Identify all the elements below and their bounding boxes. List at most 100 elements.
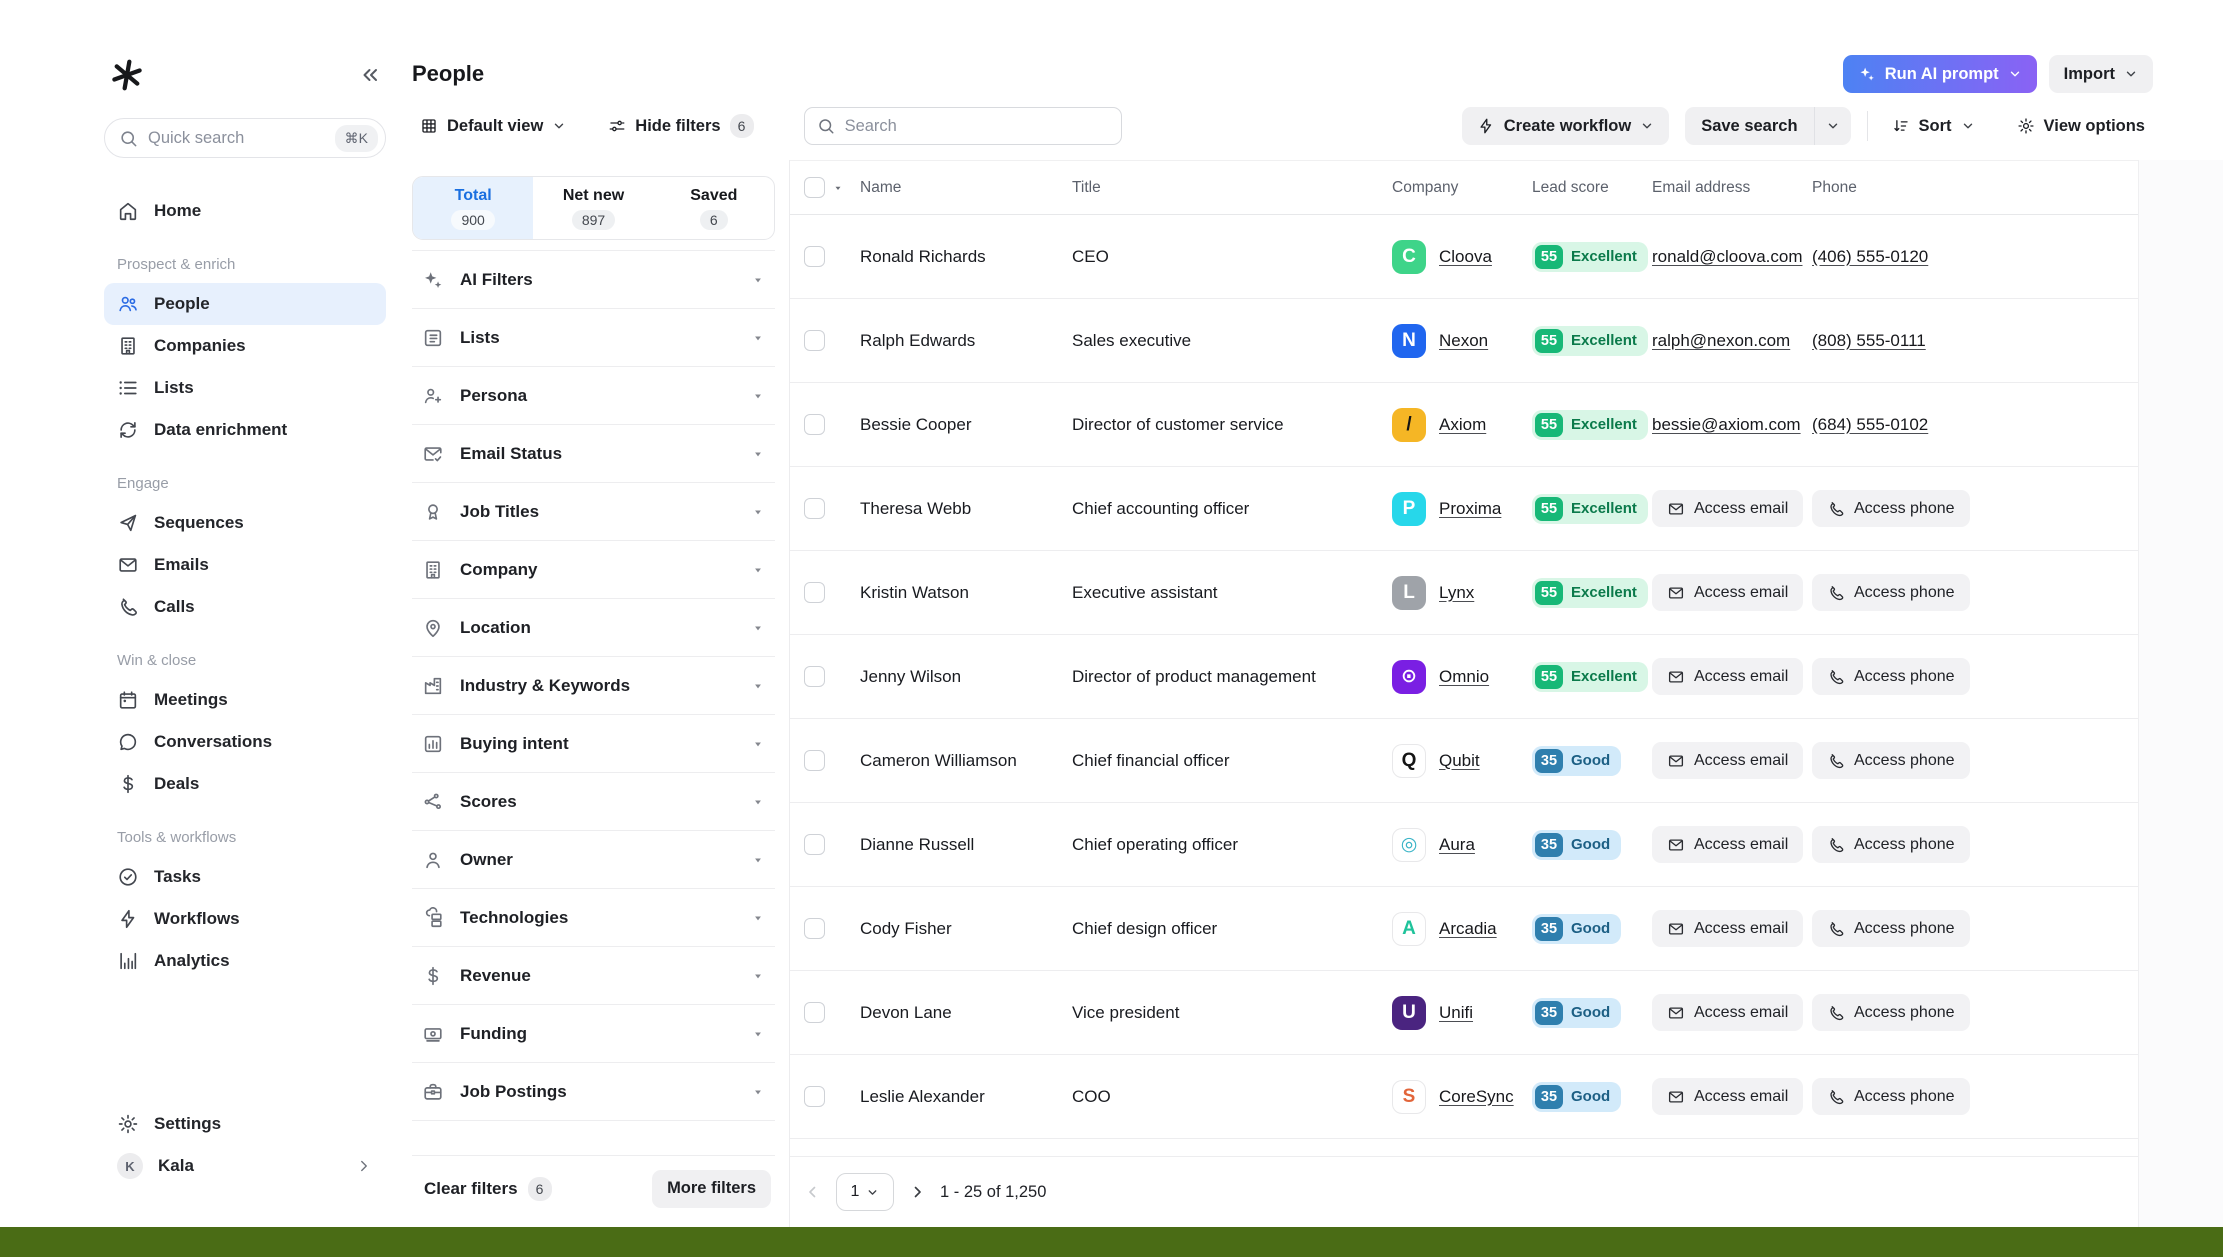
view-options-button[interactable]: View options bbox=[2009, 107, 2153, 145]
import-button[interactable]: Import bbox=[2049, 55, 2153, 93]
row-checkbox[interactable] bbox=[804, 246, 825, 267]
default-view-button[interactable]: Default view bbox=[412, 107, 574, 145]
filter-row-scores[interactable]: Scores bbox=[412, 773, 775, 831]
access-email-button[interactable]: Access email bbox=[1652, 742, 1803, 779]
caret-down-icon bbox=[751, 563, 765, 577]
email-link[interactable]: ronald@cloova.com bbox=[1652, 247, 1803, 266]
phone-link[interactable]: (406) 555-0120 bbox=[1812, 247, 1928, 266]
sidebar-item-companies[interactable]: Companies bbox=[104, 325, 386, 367]
save-search-button[interactable]: Save search bbox=[1685, 107, 1813, 145]
filter-row-job-postings[interactable]: Job Postings bbox=[412, 1063, 775, 1121]
sidebar-item-analytics[interactable]: Analytics bbox=[104, 940, 386, 982]
company-cell: AArcadia bbox=[1392, 912, 1532, 946]
sidebar-item-calls[interactable]: Calls bbox=[104, 586, 386, 628]
sidebar-item-home[interactable]: Home bbox=[104, 190, 386, 232]
filter-row-job-titles[interactable]: Job Titles bbox=[412, 483, 775, 541]
access-email-button[interactable]: Access email bbox=[1652, 994, 1803, 1031]
company-link[interactable]: Axiom bbox=[1439, 415, 1486, 435]
filter-row-technologies[interactable]: Technologies bbox=[412, 889, 775, 947]
row-checkbox[interactable] bbox=[804, 498, 825, 519]
tab-total[interactable]: Total900 bbox=[413, 177, 533, 239]
filter-row-lists[interactable]: Lists bbox=[412, 309, 775, 367]
filter-row-buying-intent[interactable]: Buying intent bbox=[412, 715, 775, 773]
row-checkbox[interactable] bbox=[804, 414, 825, 435]
access-email-button[interactable]: Access email bbox=[1652, 658, 1803, 695]
filter-row-industry-keywords[interactable]: Industry & Keywords bbox=[412, 657, 775, 715]
access-phone-button[interactable]: Access phone bbox=[1812, 490, 1970, 527]
filter-row-email-status[interactable]: Email Status bbox=[412, 425, 775, 483]
sidebar-item-conversations[interactable]: Conversations bbox=[104, 721, 386, 763]
sidebar-item-kala[interactable]: KKala bbox=[104, 1145, 386, 1187]
access-phone-button[interactable]: Access phone bbox=[1812, 1078, 1970, 1115]
access-email-button[interactable]: Access email bbox=[1652, 574, 1803, 611]
row-checkbox[interactable] bbox=[804, 582, 825, 603]
access-phone-button[interactable]: Access phone bbox=[1812, 742, 1970, 779]
chart-box-icon bbox=[422, 733, 444, 755]
filter-row-ai-filters[interactable]: AI Filters bbox=[412, 251, 775, 309]
access-email-button[interactable]: Access email bbox=[1652, 910, 1803, 947]
access-email-button[interactable]: Access email bbox=[1652, 490, 1803, 527]
access-phone-button[interactable]: Access phone bbox=[1812, 658, 1970, 695]
phone-link[interactable]: (684) 555-0102 bbox=[1812, 415, 1928, 434]
company-link[interactable]: Proxima bbox=[1439, 499, 1501, 519]
company-link[interactable]: CoreSync bbox=[1439, 1087, 1514, 1107]
phone-link[interactable]: (808) 555-0111 bbox=[1812, 331, 1926, 350]
select-all-checkbox[interactable] bbox=[804, 177, 825, 198]
filter-row-persona[interactable]: Persona bbox=[412, 367, 775, 425]
company-link[interactable]: Lynx bbox=[1439, 583, 1474, 603]
sidebar-item-tasks[interactable]: Tasks bbox=[104, 856, 386, 898]
search-input[interactable] bbox=[845, 117, 1109, 136]
filter-row-owner[interactable]: Owner bbox=[412, 831, 775, 889]
page-selector[interactable]: 1 bbox=[836, 1173, 894, 1211]
filter-row-revenue[interactable]: Revenue bbox=[412, 947, 775, 1005]
filter-row-funding[interactable]: Funding bbox=[412, 1005, 775, 1063]
sidebar-item-meetings[interactable]: Meetings bbox=[104, 679, 386, 721]
access-email-label: Access email bbox=[1694, 584, 1788, 602]
email-link[interactable]: bessie@axiom.com bbox=[1652, 415, 1801, 434]
row-checkbox[interactable] bbox=[804, 918, 825, 939]
sidebar-item-workflows[interactable]: Workflows bbox=[104, 898, 386, 940]
sort-button[interactable]: Sort bbox=[1884, 107, 1983, 145]
sidebar-item-emails[interactable]: Emails bbox=[104, 544, 386, 586]
more-filters-button[interactable]: More filters bbox=[652, 1170, 771, 1208]
row-checkbox[interactable] bbox=[804, 330, 825, 351]
company-link[interactable]: Cloova bbox=[1439, 247, 1492, 267]
next-page-icon[interactable] bbox=[908, 1183, 926, 1201]
sidebar-item-settings[interactable]: Settings bbox=[104, 1103, 386, 1145]
previous-page-icon[interactable] bbox=[804, 1183, 822, 1201]
quick-search[interactable]: Quick search ⌘K bbox=[104, 118, 386, 158]
row-checkbox[interactable] bbox=[804, 834, 825, 855]
row-checkbox[interactable] bbox=[804, 750, 825, 771]
save-search-menu-button[interactable] bbox=[1814, 107, 1851, 145]
sidebar-item-sequences[interactable]: Sequences bbox=[104, 502, 386, 544]
filter-row-company[interactable]: Company bbox=[412, 541, 775, 599]
create-workflow-button[interactable]: Create workflow bbox=[1462, 107, 1669, 145]
company-link[interactable]: Unifi bbox=[1439, 1003, 1473, 1023]
sidebar-item-people[interactable]: People bbox=[104, 283, 386, 325]
clear-filters-button[interactable]: Clear filters 6 bbox=[424, 1177, 552, 1201]
tab-net-new[interactable]: Net new897 bbox=[533, 177, 653, 239]
access-phone-button[interactable]: Access phone bbox=[1812, 910, 1970, 947]
company-link[interactable]: Omnio bbox=[1439, 667, 1489, 687]
company-link[interactable]: Nexon bbox=[1439, 331, 1488, 351]
hide-filters-button[interactable]: Hide filters 6 bbox=[600, 107, 761, 145]
email-link[interactable]: ralph@nexon.com bbox=[1652, 331, 1790, 350]
row-checkbox[interactable] bbox=[804, 666, 825, 687]
access-phone-button[interactable]: Access phone bbox=[1812, 826, 1970, 863]
row-checkbox[interactable] bbox=[804, 1002, 825, 1023]
sidebar-item-data-enrichment[interactable]: Data enrichment bbox=[104, 409, 386, 451]
company-link[interactable]: Arcadia bbox=[1439, 919, 1497, 939]
access-email-button[interactable]: Access email bbox=[1652, 826, 1803, 863]
access-phone-button[interactable]: Access phone bbox=[1812, 574, 1970, 611]
collapse-sidebar-icon[interactable] bbox=[358, 63, 382, 87]
run-ai-prompt-button[interactable]: Run AI prompt bbox=[1843, 55, 2037, 93]
company-link[interactable]: Aura bbox=[1439, 835, 1475, 855]
company-link[interactable]: Qubit bbox=[1439, 751, 1480, 771]
filter-row-location[interactable]: Location bbox=[412, 599, 775, 657]
sidebar-item-deals[interactable]: Deals bbox=[104, 763, 386, 805]
access-phone-button[interactable]: Access phone bbox=[1812, 994, 1970, 1031]
row-checkbox[interactable] bbox=[804, 1086, 825, 1107]
sidebar-item-lists[interactable]: Lists bbox=[104, 367, 386, 409]
access-email-button[interactable]: Access email bbox=[1652, 1078, 1803, 1115]
tab-saved[interactable]: Saved6 bbox=[654, 177, 774, 239]
